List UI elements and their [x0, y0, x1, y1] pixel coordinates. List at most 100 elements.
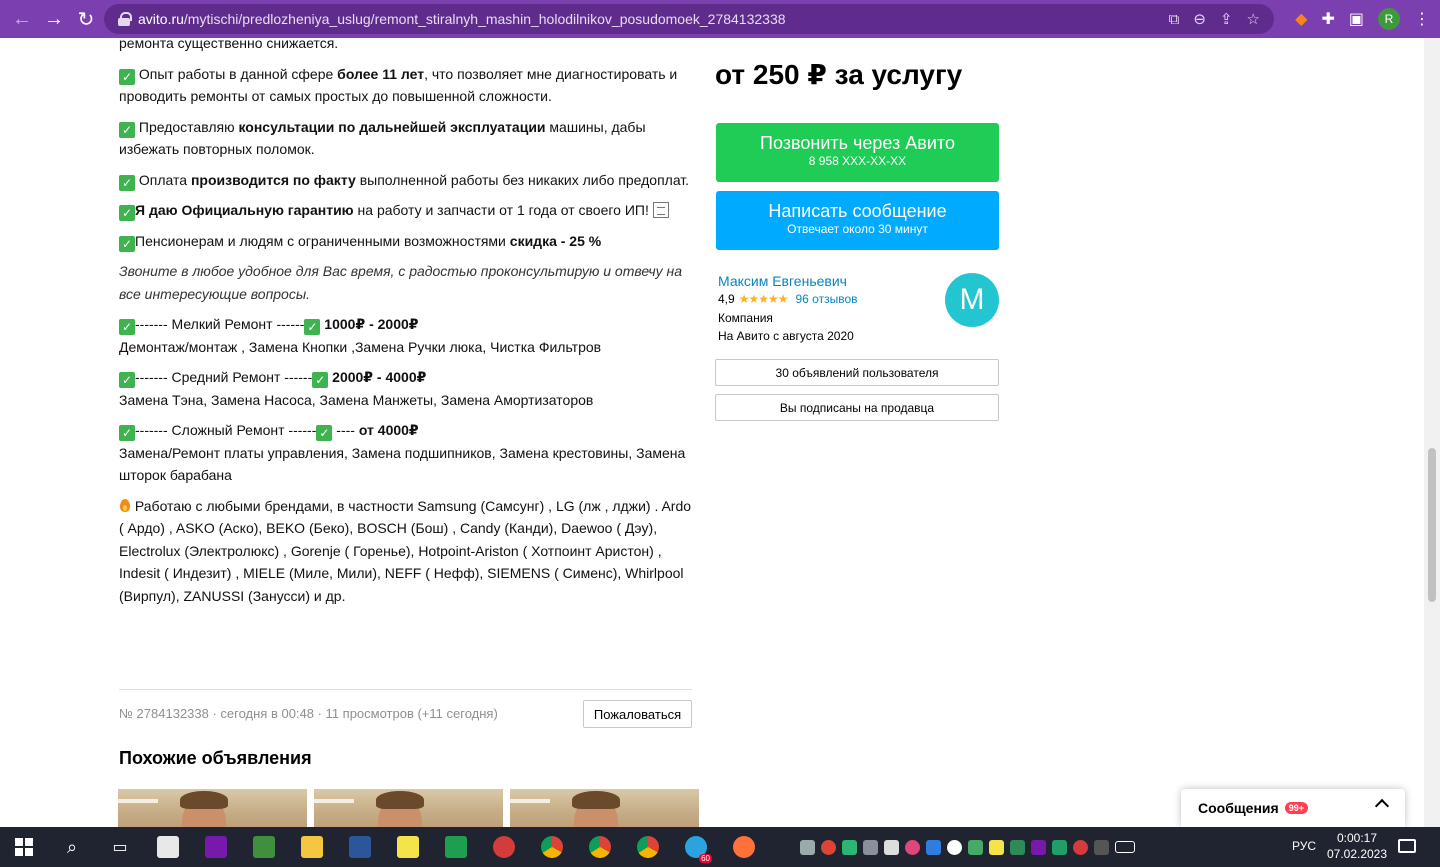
word-icon[interactable] [336, 827, 384, 867]
chrome-profile-icon[interactable] [576, 827, 624, 867]
note-icon[interactable] [989, 839, 1004, 855]
file-icon[interactable] [884, 839, 899, 855]
call-button[interactable]: Позвонить через Авито 8 958 XXX-XX-XX [716, 123, 999, 182]
onenote-tray-icon[interactable] [1031, 839, 1046, 855]
system-tray [800, 827, 1135, 867]
desc-call-anytime: Звоните в любое удобное для Вас время, с… [119, 263, 683, 302]
check-icon: ✓ [304, 319, 321, 335]
app-red-icon[interactable] [480, 827, 528, 867]
shield-icon[interactable] [842, 839, 857, 855]
red-app-icon[interactable] [1073, 839, 1088, 855]
seller-type: Компания [718, 311, 773, 325]
reviews-link[interactable]: 96 отзывов [795, 292, 857, 306]
check-icon: ✓ [119, 174, 135, 191]
desc-complex-repair: ✓ ------- Сложный Ремонт ------ ✓ ---- от … [119, 422, 686, 483]
fx-app-icon[interactable] [1052, 839, 1067, 855]
clock-time: 0:00:17 [1336, 831, 1378, 845]
notepad-icon[interactable] [240, 827, 288, 867]
similar-listing-thumb[interactable] [510, 789, 699, 827]
fire-icon [119, 497, 131, 513]
search-icon[interactable]: ⌕ [48, 827, 96, 867]
chrome-profile-icon[interactable] [624, 827, 672, 867]
desc-discount: ✓ Пенсионерам и людям с ограниченными воз… [119, 230, 699, 253]
check-icon: ✓ [119, 319, 135, 335]
lock-icon [118, 12, 132, 26]
page-scrollbar[interactable] [1424, 38, 1440, 827]
similar-listing-thumb[interactable] [314, 789, 503, 827]
chevron-up-icon[interactable] [1374, 798, 1390, 814]
check-icon: ✓ [316, 425, 333, 441]
listing-description: ремонта существенно снижается. ✓ Опыт ра… [119, 38, 699, 615]
clock[interactable]: 0:00:17 07.02.2023 [1326, 830, 1388, 862]
green-app-icon[interactable] [1010, 839, 1025, 855]
task-view-icon[interactable]: ▭ [96, 827, 144, 867]
start-button[interactable] [0, 827, 48, 867]
memo-icon [652, 202, 669, 218]
extensions-puzzle-icon[interactable]: ✚ [1321, 9, 1334, 29]
desc-cut-line: ремонта существенно снижается. [119, 38, 339, 51]
desc-payment: ✓ Оплата производится по факту выполненн… [119, 169, 699, 192]
file-explorer-icon[interactable] [288, 827, 336, 867]
user-listings-button[interactable]: 30 объявлений пользователя [715, 359, 999, 386]
monitor-icon[interactable] [863, 839, 878, 855]
check-icon: ✓ [119, 68, 135, 85]
message-button-label: Написать сообщение [768, 201, 947, 221]
check-icon: ✓ [119, 121, 135, 138]
messages-label: Сообщения [1198, 800, 1279, 816]
scrollbar-thumb[interactable] [1428, 448, 1436, 602]
forward-icon[interactable]: → [38, 3, 70, 35]
sheets-icon[interactable] [432, 827, 480, 867]
firefox-icon[interactable] [720, 827, 768, 867]
menu-kebab-icon[interactable]: ⋮ [1414, 9, 1430, 29]
bookmark-star-icon[interactable]: ☆ [1247, 10, 1260, 28]
similar-listing-thumb[interactable] [118, 789, 307, 827]
keyboard-icon[interactable] [1115, 841, 1135, 853]
sticky-files-icon[interactable] [144, 827, 192, 867]
call-button-label: Позвонить через Авито [760, 133, 955, 153]
message-button-sub: Отвечает около 30 минут [787, 222, 928, 236]
share-icon[interactable]: ⇪ [1220, 10, 1233, 28]
url-text[interactable]: avito.ru/mytischi/predlozheniya_uslug/re… [138, 11, 786, 27]
translate-icon[interactable]: ⧉ [1169, 11, 1180, 28]
sync-icon[interactable] [947, 839, 962, 855]
desc-brands: Работаю с любыми брендами, в частности S… [119, 497, 692, 604]
seller-since: На Авито с августа 2020 [718, 329, 854, 343]
seller-avatar[interactable]: M [945, 273, 999, 327]
chevron-tray-icon[interactable] [1094, 839, 1109, 855]
seller-name-link[interactable]: Максим Евгеньевич [718, 273, 847, 289]
profile-avatar[interactable]: R [1378, 8, 1400, 30]
rating-value: 4,9 [718, 292, 735, 306]
reload-icon[interactable]: ↻ [70, 3, 102, 35]
screenshot-icon[interactable] [926, 839, 941, 855]
rating-stars-icon: ★★★★★ [738, 292, 789, 306]
zoom-icon[interactable]: ⊖ [1193, 10, 1206, 28]
listing-meta-info: № 2784132338 · сегодня в 00:48 · 11 прос… [119, 706, 498, 721]
telegram-badge: 60 [699, 854, 712, 863]
telegram-tray-icon[interactable] [800, 839, 815, 855]
call-button-phone: 8 958 XXX-XX-XX [808, 154, 907, 168]
price: от 250 ₽ за услугу [715, 59, 963, 90]
report-button[interactable]: Пожаловаться [583, 700, 692, 728]
clock-date: 07.02.2023 [1326, 847, 1388, 861]
notifications-icon[interactable] [1398, 839, 1416, 853]
onenote-icon[interactable] [192, 827, 240, 867]
telegram-icon[interactable]: 60 [672, 827, 720, 867]
chrome-profile-icon[interactable] [528, 827, 576, 867]
target-icon[interactable] [905, 839, 920, 855]
side-panel-icon[interactable]: ▣ [1349, 9, 1364, 29]
vpn-icon[interactable] [968, 839, 983, 855]
address-bar[interactable]: avito.ru/mytischi/predlozheniya_uslug/re… [104, 4, 1274, 34]
metamask-extension-icon[interactable]: ◆ [1295, 9, 1307, 29]
back-icon[interactable]: ← [6, 3, 38, 35]
sticky-notes-icon[interactable] [384, 827, 432, 867]
message-button[interactable]: Написать сообщение Отвечает около 30 мин… [716, 191, 999, 250]
subscribed-button[interactable]: Вы подписаны на продавца [715, 394, 999, 421]
check-icon: ✓ [119, 235, 135, 252]
desc-medium-repair: ✓ ------- Средний Ремонт ------ ✓ 2000₽ - … [119, 369, 594, 408]
chrome-tray-icon[interactable] [821, 839, 836, 855]
check-icon: ✓ [119, 425, 135, 441]
language-indicator[interactable]: РУС [1292, 839, 1316, 853]
messages-widget[interactable]: Сообщения 99+ [1181, 789, 1405, 827]
page-content: ремонта существенно снижается. ✓ Опыт ра… [0, 38, 1424, 827]
desc-consultations: ✓ Предоставляю консультации по дальнейше… [119, 118, 646, 157]
